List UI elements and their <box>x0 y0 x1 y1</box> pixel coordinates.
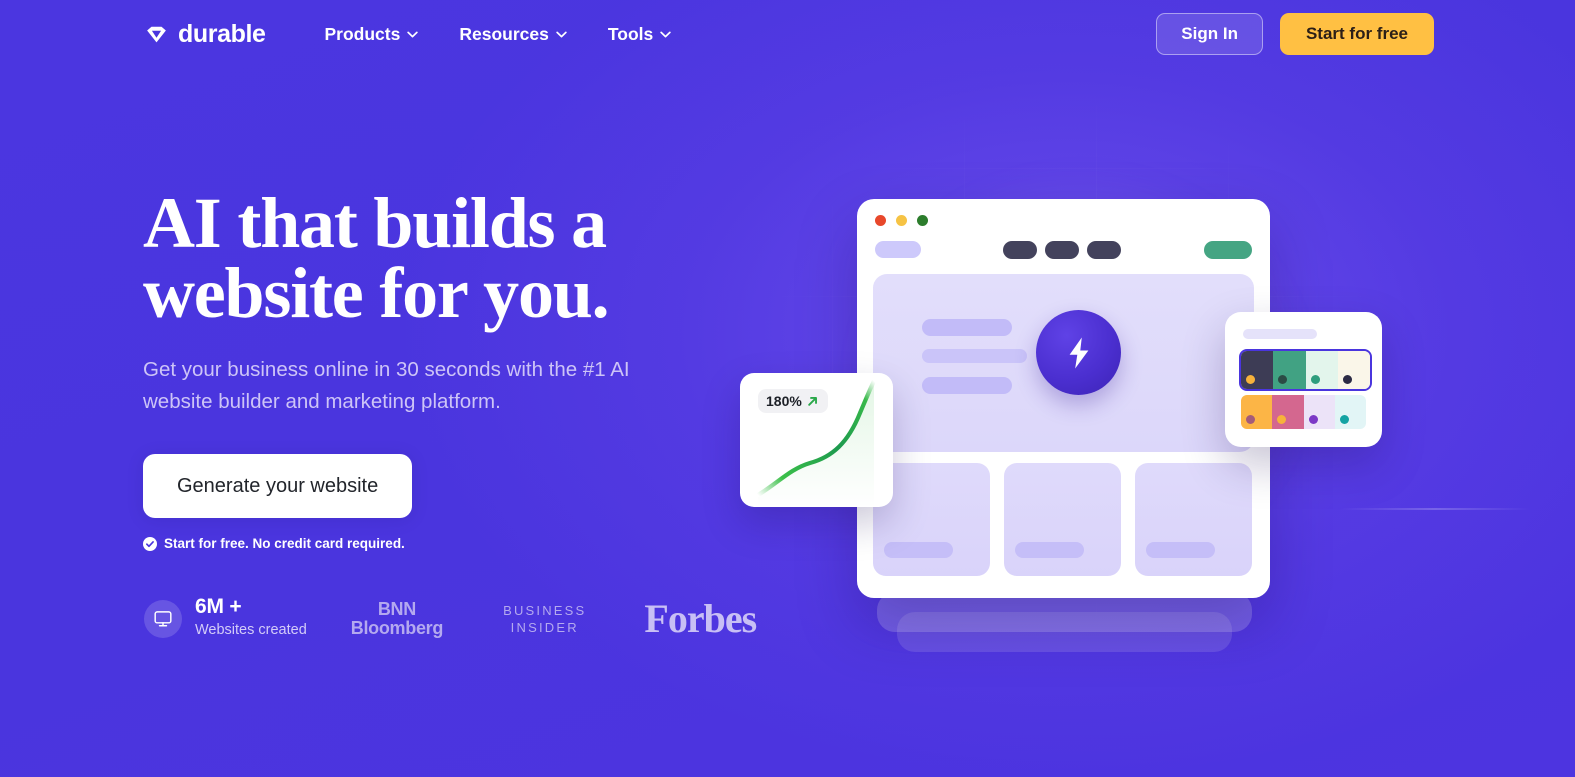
business-insider-logo: BUSINESS INSIDER <box>503 602 586 636</box>
mockup-hero-panel <box>873 274 1254 452</box>
brand-logo[interactable]: durable <box>144 19 266 48</box>
stats-and-press-row: 6M + Websites created BNN Bloomberg BUSI… <box>144 595 757 642</box>
mockup-nav-pill-1 <box>1003 241 1037 259</box>
hero-page: durable Products Resources Tools Sign In… <box>0 0 1575 777</box>
palette-swatch-dot <box>1339 415 1349 424</box>
nav-label-tools: Tools <box>607 23 654 44</box>
palette-swatch <box>1305 351 1338 389</box>
nav-item-products[interactable]: Products <box>325 24 419 45</box>
palette-swatch <box>1272 395 1304 429</box>
mockup-text-bar-3 <box>922 377 1012 394</box>
palette-swatch <box>1273 351 1306 389</box>
traffic-light-maximize <box>917 215 928 226</box>
palette-swatch <box>1241 351 1274 389</box>
press-logos: BNN Bloomberg BUSINESS INSIDER Forbes <box>350 595 757 641</box>
mockup-mini-card <box>1004 463 1121 576</box>
mockup-nav-pill-3 <box>1087 241 1121 259</box>
stat-icon-circle <box>144 599 182 638</box>
trend-up-arrow-icon <box>808 396 817 406</box>
traffic-light-minimize <box>896 215 907 226</box>
page-title: AI that builds a website for you. <box>143 187 703 329</box>
window-stack-layer-front <box>877 592 1252 632</box>
bnn-line-1: BNN <box>377 598 416 619</box>
check-circle-icon <box>143 536 157 551</box>
start-for-free-button[interactable]: Start for free <box>1279 13 1434 55</box>
background-grid <box>700 40 1440 680</box>
palette-swatch <box>1337 351 1370 389</box>
traffic-light-close <box>875 215 886 226</box>
palette-swatch-dot <box>1308 415 1318 424</box>
background-glow <box>770 95 1390 655</box>
websites-created-stat: 6M + Websites created <box>144 595 307 642</box>
bnn-bloomberg-logo: BNN Bloomberg <box>350 598 444 638</box>
main-nav: Products Resources Tools <box>325 24 672 45</box>
chevron-down-icon <box>407 31 419 37</box>
stat-text-group: 6M + Websites created <box>195 595 307 642</box>
diamond-logo-icon <box>147 26 166 42</box>
palette-swatch-dot <box>1342 375 1352 384</box>
brand-name: durable <box>178 19 266 48</box>
hero-content: AI that builds a website for you. Get yo… <box>143 187 703 551</box>
mockup-text-bar-2 <box>922 349 1027 363</box>
bi-line-2: INSIDER <box>510 619 579 635</box>
browser-window-mockup <box>857 199 1270 598</box>
nav-item-resources[interactable]: Resources <box>459 24 567 45</box>
palette-title-placeholder <box>1243 329 1317 339</box>
traffic-light-dots <box>875 215 928 226</box>
growth-badge: 180% <box>758 389 828 413</box>
hero-subhead: Get your business online in 30 seconds w… <box>143 358 630 413</box>
mockup-mini-card-bar <box>884 542 953 558</box>
bnn-line-2: Bloomberg <box>350 617 444 638</box>
mockup-toolbar <box>857 241 1270 263</box>
mockup-mini-card <box>1135 463 1252 576</box>
ai-bolt-badge <box>1036 310 1121 395</box>
mockup-mini-card <box>873 463 990 576</box>
chevron-down-icon <box>556 31 567 37</box>
palette-swatch-dot <box>1246 415 1255 424</box>
palette-swatch-dot <box>1278 375 1288 384</box>
color-palette-card <box>1225 312 1382 447</box>
chevron-down-icon <box>660 31 671 37</box>
mockup-card-row <box>873 463 1252 576</box>
growth-curve <box>755 378 877 507</box>
generate-website-button[interactable]: Generate your website <box>143 454 413 518</box>
forbes-logo: Forbes <box>644 595 757 641</box>
window-stack-layer-back <box>897 612 1232 652</box>
sign-in-button[interactable]: Sign In <box>1156 13 1263 55</box>
nav-item-tools[interactable]: Tools <box>608 24 671 45</box>
palette-swatch-dot <box>1310 375 1320 384</box>
monitor-icon <box>154 611 172 627</box>
mockup-nav-pill-2 <box>1045 241 1079 259</box>
stat-value: 6M + <box>195 595 242 618</box>
headline-line-2: website for you. <box>143 253 610 333</box>
site-header: durable Products Resources Tools Sign In… <box>0 0 1575 68</box>
header-actions: Sign In Start for free <box>1156 13 1434 55</box>
nav-label-resources: Resources <box>459 23 549 44</box>
palette-swatch <box>1334 395 1366 429</box>
mockup-cta-pill <box>1204 241 1252 259</box>
growth-value: 180% <box>766 393 802 409</box>
palette-row-second <box>1241 395 1366 429</box>
bi-line-1: BUSINESS <box>503 602 587 618</box>
lightning-bolt-icon <box>1069 337 1088 368</box>
mockup-logo-pill <box>875 241 921 258</box>
growth-chart-card: 180% <box>740 373 893 507</box>
palette-row-selected <box>1239 349 1372 391</box>
palette-swatch <box>1303 395 1335 429</box>
nav-label-products: Products <box>324 23 401 44</box>
headline-line-1: AI that builds a <box>143 183 607 263</box>
background-light-streak <box>1340 508 1530 510</box>
cta-note: Start for free. No credit card required. <box>143 536 703 551</box>
mockup-text-bar-1 <box>922 319 1012 336</box>
palette-swatch-dot <box>1246 375 1255 384</box>
palette-swatch <box>1241 395 1273 429</box>
palette-swatch-dot <box>1277 415 1287 424</box>
mockup-mini-card-bar <box>1015 542 1084 558</box>
cta-note-text: Start for free. No credit card required. <box>164 536 405 551</box>
mockup-mini-card-bar <box>1146 542 1215 558</box>
stat-label: Websites created <box>195 622 307 639</box>
